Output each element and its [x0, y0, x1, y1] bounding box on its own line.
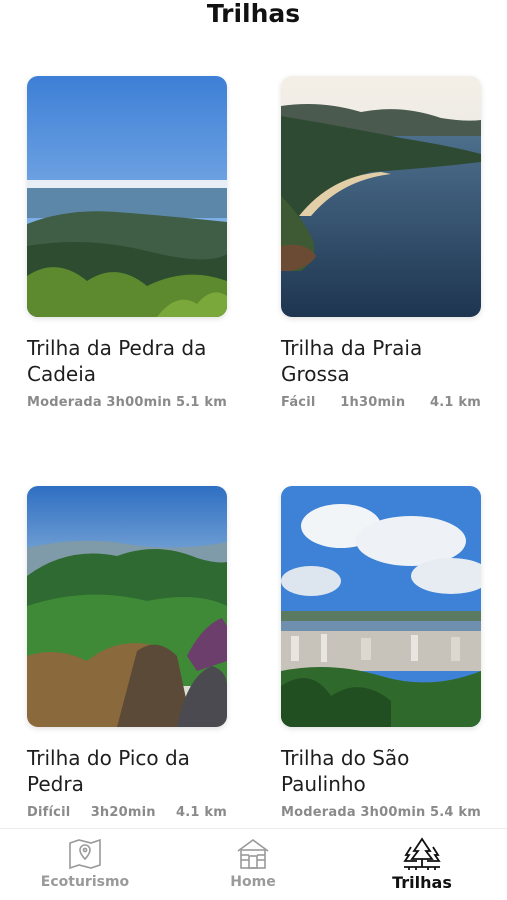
trail-duration: 1h30min — [340, 395, 406, 410]
trail-distance: 5.1 km — [176, 395, 227, 410]
tab-label: Trilhas — [392, 873, 452, 892]
trail-name: Trilha do Pico da Pedra — [27, 746, 190, 796]
trail-name: Trilha da Praia Grossa — [281, 336, 423, 386]
trail-distance: 4.1 km — [176, 805, 227, 820]
trail-difficulty: Moderada — [27, 395, 102, 410]
trail-difficulty: Fácil — [281, 395, 316, 410]
trail-card-praia-grossa[interactable]: Trilha da Praia Grossa Fácil 1h30min 4.1… — [281, 76, 481, 410]
trail-difficulty: Moderada — [281, 805, 356, 820]
trail-meta: Fácil 1h30min 4.1 km — [281, 395, 481, 410]
trail-duration: 3h00min — [106, 395, 172, 410]
trail-photo[interactable] — [281, 486, 481, 727]
trail-photo[interactable] — [281, 76, 481, 317]
trail-meta: Moderada 3h00min 5.1 km — [27, 395, 227, 410]
trail-photo-image — [27, 486, 227, 727]
trail-photo[interactable] — [27, 76, 227, 317]
pine-trees-icon — [402, 837, 442, 875]
trail-photo-image — [27, 76, 227, 317]
bottom-tab-bar: Ecoturismo Home Trilhas — [0, 828, 507, 900]
trail-photo-image — [281, 76, 481, 317]
trail-card-pico-da-pedra[interactable]: Trilha do Pico da Pedra Difícil 3h20min … — [27, 486, 227, 820]
trail-card-sao-paulinho[interactable]: Trilha do São Paulinho Moderada 3h00min … — [281, 486, 481, 820]
trail-distance: 5.4 km — [430, 805, 481, 820]
trail-distance: 4.1 km — [430, 395, 481, 410]
map-pin-icon — [67, 837, 103, 875]
tab-home[interactable]: Home — [183, 829, 323, 900]
trail-card-pedra-da-cadeia[interactable]: Trilha da Pedra da Cadeia Moderada 3h00m… — [27, 76, 227, 410]
trail-grid: Trilha da Pedra da Cadeia Moderada 3h00m… — [0, 0, 507, 830]
trail-photo[interactable] — [27, 486, 227, 727]
trail-meta: Difícil 3h20min 4.1 km — [27, 805, 227, 820]
trail-meta: Moderada 3h00min 5.4 km — [281, 805, 481, 820]
tab-trilhas[interactable]: Trilhas — [352, 829, 492, 900]
tab-label: Home — [230, 874, 276, 890]
trail-duration: 3h00min — [360, 805, 426, 820]
trail-photo-image — [281, 486, 481, 727]
house-icon — [235, 837, 271, 875]
tab-ecoturismo[interactable]: Ecoturismo — [15, 829, 155, 900]
trail-name: Trilha da Pedra da Cadeia — [27, 336, 207, 386]
tab-label: Ecoturismo — [40, 874, 130, 890]
trail-difficulty: Difícil — [27, 805, 71, 820]
trail-duration: 3h20min — [90, 805, 156, 820]
trail-name: Trilha do São Paulinho — [281, 746, 410, 796]
